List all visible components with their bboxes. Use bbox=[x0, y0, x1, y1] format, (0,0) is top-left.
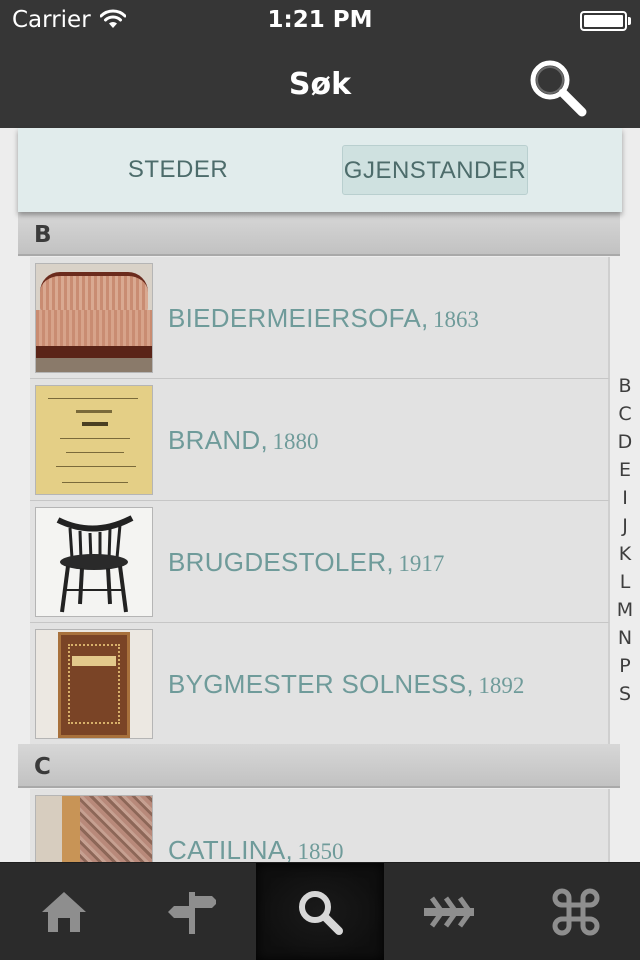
item-name: BRAND, bbox=[168, 425, 269, 455]
battery-tip bbox=[628, 17, 631, 25]
navigation-bar: Søk bbox=[0, 40, 640, 128]
list-item[interactable]: BRUGDESTOLER, 1917 bbox=[30, 501, 610, 623]
item-year: 1917 bbox=[398, 551, 445, 576]
tab-bar bbox=[0, 862, 640, 960]
alphabet-index[interactable]: B C D E I J K L M N P S bbox=[610, 372, 640, 708]
clock: 1:21 PM bbox=[267, 7, 373, 33]
list-item[interactable]: BRAND, 1880 bbox=[30, 379, 610, 501]
item-name: BRUGDESTOLER, bbox=[168, 547, 394, 577]
magnifier-icon[interactable] bbox=[526, 56, 590, 120]
index-letter[interactable]: B bbox=[610, 372, 640, 400]
segment-panel: STEDER GJENSTANDER bbox=[18, 128, 622, 212]
list-item[interactable]: BYGMESTER SOLNESS, 1892 bbox=[30, 623, 610, 745]
segment-gjenstander[interactable]: GJENSTANDER bbox=[342, 145, 528, 195]
index-letter[interactable]: N bbox=[610, 624, 640, 652]
item-thumbnail bbox=[35, 507, 153, 617]
index-letter[interactable]: D bbox=[610, 428, 640, 456]
item-year: 1850 bbox=[297, 839, 344, 862]
item-name: BIEDERMEIERSOFA, bbox=[168, 303, 429, 333]
item-label: BRAND, 1880 bbox=[168, 379, 319, 501]
item-thumbnail bbox=[35, 629, 153, 739]
tab-more[interactable] bbox=[512, 863, 640, 960]
item-thumbnail bbox=[35, 795, 153, 862]
index-letter[interactable]: J bbox=[610, 512, 640, 540]
command-icon bbox=[552, 888, 600, 936]
index-letter[interactable]: C bbox=[610, 400, 640, 428]
item-name: CATILINA, bbox=[168, 835, 294, 862]
tab-routes[interactable] bbox=[384, 863, 512, 960]
index-letter[interactable]: S bbox=[610, 680, 640, 708]
section-letter: C bbox=[34, 754, 51, 780]
home-icon bbox=[42, 892, 86, 932]
index-letter[interactable]: I bbox=[610, 484, 640, 512]
arrows-icon bbox=[424, 896, 474, 928]
item-label: BRUGDESTOLER, 1917 bbox=[168, 501, 444, 623]
item-label: BIEDERMEIERSOFA, 1863 bbox=[168, 257, 479, 379]
section-header-c: C bbox=[18, 744, 620, 788]
index-letter[interactable]: K bbox=[610, 540, 640, 568]
item-thumbnail bbox=[35, 263, 153, 373]
segment-steder[interactable]: STEDER bbox=[118, 145, 238, 195]
item-year: 1892 bbox=[478, 673, 525, 698]
section-header-b: B bbox=[18, 212, 620, 256]
tab-home[interactable] bbox=[0, 863, 128, 960]
index-letter[interactable]: M bbox=[610, 596, 640, 624]
item-name: BYGMESTER SOLNESS, bbox=[168, 669, 474, 699]
index-letter[interactable]: E bbox=[610, 456, 640, 484]
list-item[interactable]: CATILINA, 1850 bbox=[30, 789, 610, 862]
search-icon bbox=[299, 891, 343, 935]
tab-places[interactable] bbox=[128, 863, 256, 960]
item-label: CATILINA, 1850 bbox=[168, 789, 343, 862]
item-year: 1863 bbox=[432, 307, 479, 332]
list-item[interactable]: BIEDERMEIERSOFA, 1863 bbox=[30, 257, 610, 379]
battery-icon bbox=[580, 11, 627, 31]
index-letter[interactable]: P bbox=[610, 652, 640, 680]
item-year: 1880 bbox=[272, 429, 319, 454]
section-letter: B bbox=[34, 222, 52, 248]
tab-search[interactable] bbox=[256, 863, 384, 960]
status-bar: Carrier 1:21 PM bbox=[0, 0, 640, 40]
item-thumbnail bbox=[35, 385, 153, 495]
object-list[interactable]: B BIEDERMEIERSOFA, 1863 BRAND, 1880 BRUG… bbox=[0, 212, 640, 862]
item-label: BYGMESTER SOLNESS, 1892 bbox=[168, 623, 524, 745]
signpost-icon bbox=[168, 892, 216, 934]
index-letter[interactable]: L bbox=[610, 568, 640, 596]
